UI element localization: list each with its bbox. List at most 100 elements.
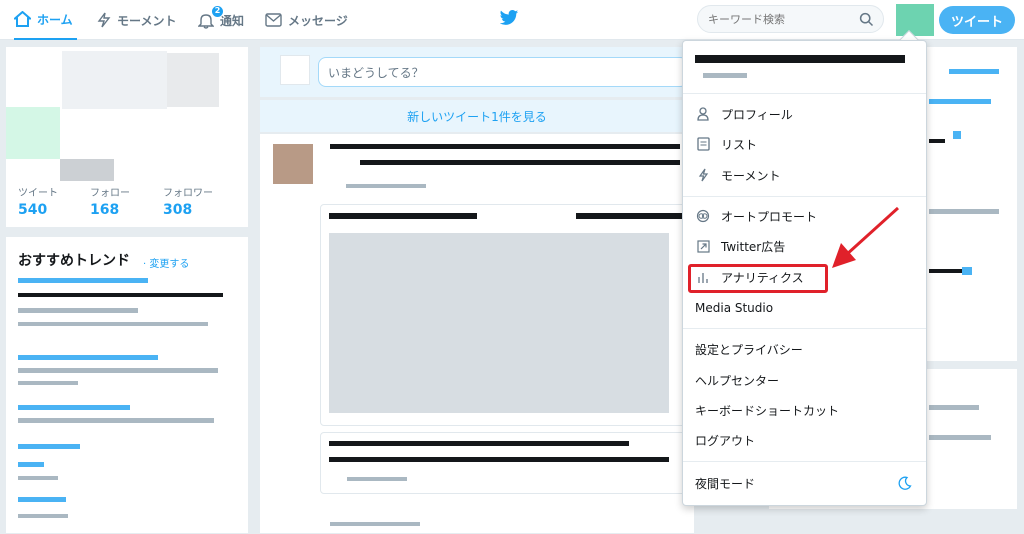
menu-divider (683, 196, 926, 197)
trend-item-blur (18, 514, 68, 518)
nav-home[interactable]: ホーム (14, 0, 77, 40)
menu-twitter-ads-label: Twitter広告 (721, 239, 786, 254)
user-avatar[interactable] (896, 4, 934, 36)
notification-badge: 2 (211, 5, 224, 18)
stat-tweets[interactable]: ツイート 540 (18, 184, 58, 218)
menu-keyboard-shortcuts[interactable]: キーボードショートカット (683, 396, 926, 424)
tweet-footer-blur (330, 522, 420, 526)
tweet-text-blur (360, 160, 680, 165)
menu-keyboard-shortcuts-label: キーボードショートカット (695, 403, 840, 418)
nav-messages-label: メッセージ (288, 13, 348, 28)
trend-item-blur (18, 381, 78, 385)
sidebar-blur (953, 131, 961, 139)
home-icon (14, 11, 31, 27)
nav-moments[interactable]: モーメント (97, 0, 177, 40)
sidebar-blur (929, 139, 945, 143)
tweet-header-blur (330, 144, 680, 149)
external-link-icon (695, 238, 711, 254)
search-input[interactable] (708, 12, 848, 26)
menu-lists[interactable]: リスト (683, 130, 926, 158)
menu-auto-promote-label: オートプロモート (721, 209, 818, 224)
menu-media-studio-label: Media Studio (695, 301, 774, 315)
lightning-icon (97, 12, 111, 28)
compose-avatar (280, 55, 310, 85)
nav-home-label: ホーム (37, 12, 73, 27)
lightning-icon (695, 167, 711, 183)
nav-moments-label: モーメント (117, 13, 177, 28)
menu-profile-label: プロフィール (721, 107, 793, 122)
trend-item[interactable] (18, 278, 148, 283)
profile-banner-block (167, 53, 219, 107)
tweet-button[interactable]: ツイート (939, 6, 1015, 34)
top-nav-bar: ホーム モーメント 2 通知 メッセージ ツイート (0, 0, 1024, 40)
nav-messages[interactable]: メッセージ (265, 0, 348, 40)
stat-following-value: 168 (90, 202, 120, 218)
analytics-highlight-box (688, 264, 828, 293)
tweet-text-blur (346, 184, 426, 188)
compose-input[interactable]: いまどうしてる？ (318, 57, 688, 87)
menu-media-studio[interactable]: Media Studio (683, 294, 926, 322)
moon-icon[interactable] (898, 476, 912, 490)
account-handle-blur (703, 73, 747, 78)
embed-blur (576, 213, 686, 219)
trend-item-blur (18, 322, 208, 326)
profile-banner-block (62, 51, 167, 109)
tweet-author-avatar[interactable] (273, 144, 313, 184)
trend-item-blur (18, 476, 58, 480)
menu-logout[interactable]: ログアウト (683, 426, 926, 454)
trend-item[interactable] (18, 462, 44, 467)
timeline-feed (259, 133, 695, 534)
quoted-blur (329, 457, 669, 462)
trend-item[interactable] (18, 405, 130, 410)
trend-item[interactable] (18, 444, 80, 449)
account-name-blur[interactable] (695, 55, 905, 63)
tweet-quoted-card[interactable] (320, 432, 692, 494)
menu-divider (683, 93, 926, 94)
nav-notifications[interactable]: 2 通知 (198, 0, 244, 40)
quoted-blur (347, 477, 407, 481)
menu-settings-privacy[interactable]: 設定とプライバシー (683, 335, 926, 363)
red-arrow-icon (832, 206, 900, 268)
quoted-blur (329, 441, 629, 446)
tweet-embedded-image[interactable] (320, 204, 692, 426)
nav-notifications-label: 通知 (220, 13, 245, 28)
list-icon (695, 136, 711, 152)
sidebar-blur (962, 267, 972, 275)
envelope-icon (265, 13, 282, 27)
stat-following-label: フォロー (90, 188, 130, 199)
trends-change-link[interactable]: · 変更する (143, 255, 189, 270)
menu-moments[interactable]: モーメント (683, 161, 926, 189)
trend-item-blur (18, 418, 214, 423)
promote-icon (695, 208, 711, 224)
stat-followers[interactable]: フォロワー 308 (163, 184, 213, 218)
twitter-bird-icon[interactable] (499, 9, 519, 27)
trend-item[interactable] (18, 497, 66, 502)
profile-avatar[interactable] (6, 107, 60, 159)
sidebar-blur (929, 209, 999, 214)
menu-lists-label: リスト (721, 137, 758, 152)
profile-name-blur (60, 159, 114, 181)
trend-item-blur (18, 308, 138, 313)
stat-tweets-value: 540 (18, 202, 48, 218)
trend-item-blur (18, 368, 218, 373)
sidebar-blur (929, 99, 991, 104)
sidebar-blur (949, 69, 999, 74)
trend-item[interactable] (18, 355, 158, 360)
search-icon[interactable] (859, 12, 874, 27)
search-box[interactable] (697, 5, 884, 33)
menu-logout-label: ログアウト (695, 433, 756, 448)
menu-moments-label: モーメント (721, 168, 781, 183)
compose-box: いまどうしてる？ (259, 46, 695, 98)
embed-table-blur (329, 233, 669, 413)
menu-night-mode-label: 夜間モード (695, 476, 756, 491)
stat-following[interactable]: フォロー 168 (90, 184, 130, 218)
new-tweets-banner[interactable]: 新しいツイート1件を見る (259, 99, 695, 133)
trends-title: おすすめトレンド (18, 253, 130, 269)
stat-tweets-label: ツイート (18, 188, 58, 199)
menu-night-mode[interactable]: 夜間モード (683, 469, 926, 497)
sidebar-blur (929, 405, 979, 410)
menu-help-center[interactable]: ヘルプセンター (683, 366, 926, 394)
menu-divider (683, 461, 926, 462)
sidebar-blur (929, 435, 991, 440)
menu-profile[interactable]: プロフィール (683, 100, 926, 128)
